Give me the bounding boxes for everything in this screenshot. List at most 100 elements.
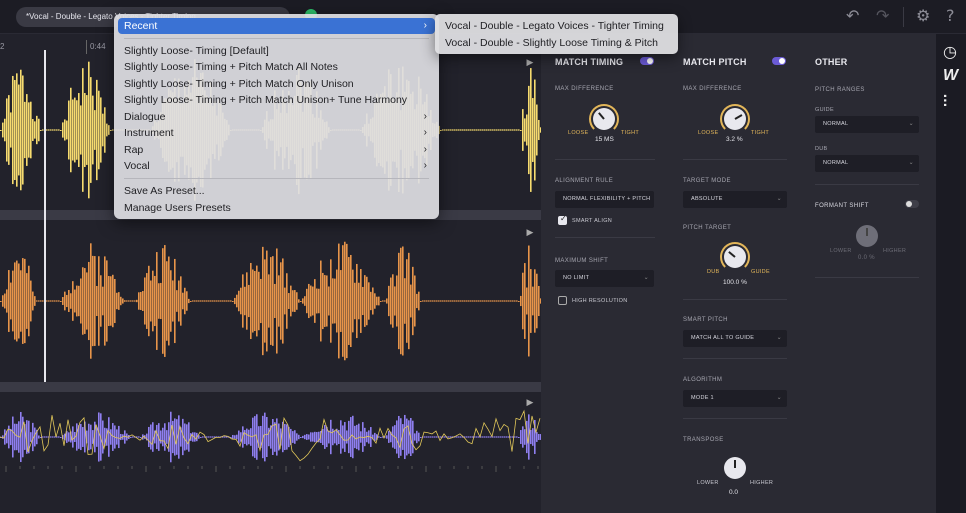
transpose-knob[interactable] bbox=[724, 457, 746, 479]
smart-align-checkbox[interactable] bbox=[558, 214, 567, 225]
menu-item-recent[interactable]: Recent › bbox=[118, 18, 435, 34]
clock-icon[interactable]: ◷ bbox=[943, 42, 957, 61]
divider bbox=[683, 358, 787, 359]
match-timing-toggle[interactable] bbox=[640, 57, 654, 65]
lane-options-icon[interactable]: ▶ bbox=[523, 56, 537, 68]
pitch-max-diff-value: 3.2 % bbox=[726, 136, 743, 143]
redo-icon[interactable]: ↷ bbox=[876, 6, 889, 25]
chevron-down-icon: ⌄ bbox=[908, 160, 914, 166]
chevron-down-icon: ⌄ bbox=[776, 395, 782, 401]
other-title: OTHER bbox=[815, 57, 848, 67]
high-resolution-checkbox[interactable] bbox=[558, 296, 567, 305]
pitch-ranges-label: PITCH RANGES bbox=[815, 87, 865, 93]
chevron-right-icon: › bbox=[423, 160, 427, 171]
menu-item-save-as-preset[interactable]: Save As Preset... bbox=[118, 183, 435, 199]
guide-label: GUIDE bbox=[751, 269, 770, 275]
menu-item-label: Slightly Loose- Timing + Pitch Match All… bbox=[124, 61, 338, 73]
toolbar-divider bbox=[903, 7, 904, 27]
smart-pitch-select[interactable]: MATCH ALL TO GUIDE ⌄ bbox=[683, 330, 787, 347]
menu-item-preset[interactable]: Slightly Loose- Timing + Pitch Match Uni… bbox=[118, 92, 435, 108]
pitch-target-knob[interactable] bbox=[724, 246, 746, 268]
match-pitch-title: MATCH PITCH bbox=[683, 57, 747, 67]
help-icon[interactable]: ? bbox=[946, 6, 955, 25]
lower-label: LOWER bbox=[697, 480, 719, 486]
dub-range-select[interactable]: NORMAL ⌄ bbox=[815, 155, 919, 172]
lane-options-icon[interactable]: ▶ bbox=[523, 226, 537, 238]
match-pitch-toggle[interactable] bbox=[772, 57, 786, 65]
max-shift-select[interactable]: NO LIMIT ⌄ bbox=[555, 270, 654, 287]
playhead[interactable] bbox=[44, 50, 46, 382]
chevron-down-icon: ⌄ bbox=[776, 196, 782, 202]
recent-preset-item[interactable]: Vocal - Double - Slightly Loose Timing &… bbox=[445, 35, 658, 51]
divider bbox=[815, 277, 919, 278]
menu-item-preset[interactable]: Slightly Loose- Timing + Pitch Match Onl… bbox=[118, 76, 435, 92]
pitch-target-label: PITCH TARGET bbox=[683, 225, 732, 231]
target-mode-select[interactable]: ABSOLUTE ⌄ bbox=[683, 191, 787, 208]
loose-label: LOOSE bbox=[568, 130, 589, 136]
sliders-icon[interactable]: ⫶ bbox=[943, 92, 947, 112]
dub-waveform-lane[interactable] bbox=[0, 220, 541, 382]
divider bbox=[683, 299, 787, 300]
divider bbox=[555, 237, 655, 238]
chevron-down-icon: ⌄ bbox=[908, 121, 914, 127]
w-logo-icon[interactable]: W bbox=[943, 67, 958, 85]
alignment-rule-value: NORMAL FLEXIBILITY + PITCH bbox=[563, 196, 651, 202]
menu-item-manage-presets[interactable]: Manage Users Presets bbox=[118, 200, 435, 216]
menu-item-label: Vocal bbox=[124, 160, 150, 172]
menu-item-label: Dialogue bbox=[124, 111, 166, 123]
dub-waveform bbox=[0, 241, 541, 361]
menu-separator bbox=[124, 178, 429, 179]
menu-item-vocal[interactable]: Vocal › bbox=[118, 158, 435, 174]
menu-item-rap[interactable]: Rap › bbox=[118, 142, 435, 158]
timing-max-diff-label: MAX DIFFERENCE bbox=[555, 86, 614, 92]
timing-max-diff-knob[interactable] bbox=[593, 108, 615, 130]
high-resolution-label: HIGH RESOLUTION bbox=[572, 298, 628, 304]
menu-item-instrument[interactable]: Instrument › bbox=[118, 125, 435, 141]
alignment-rule-select[interactable]: NORMAL FLEXIBILITY + PITCH bbox=[555, 191, 654, 208]
chevron-right-icon: › bbox=[423, 144, 427, 155]
formant-shift-label: FORMANT SHIFT bbox=[815, 203, 869, 209]
output-waveform bbox=[0, 411, 541, 463]
menu-separator bbox=[124, 38, 429, 39]
dub-label: DUB bbox=[707, 269, 720, 275]
menu-item-preset[interactable]: Slightly Loose- Timing + Pitch Match All… bbox=[118, 59, 435, 75]
menu-item-dialogue[interactable]: Dialogue › bbox=[118, 109, 435, 125]
recent-preset-item[interactable]: Vocal - Double - Legato Voices - Tighter… bbox=[445, 18, 664, 34]
max-shift-value: NO LIMIT bbox=[563, 275, 590, 281]
divider bbox=[683, 159, 787, 160]
chevron-down-icon: ⌄ bbox=[776, 335, 782, 341]
menu-item-preset[interactable]: Slightly Loose- Timing [Default] bbox=[118, 43, 435, 59]
match-timing-title: MATCH TIMING bbox=[555, 57, 624, 67]
menu-item-label: Instrument bbox=[124, 127, 174, 139]
guide-range-label: GUIDE bbox=[815, 107, 834, 113]
higher-label: HIGHER bbox=[750, 480, 774, 486]
guide-range-select[interactable]: NORMAL ⌄ bbox=[815, 116, 919, 133]
divider bbox=[555, 159, 655, 160]
gear-icon[interactable]: ⚙ bbox=[916, 6, 930, 25]
lane-divider bbox=[0, 382, 541, 392]
chevron-right-icon: › bbox=[423, 20, 427, 31]
undo-icon[interactable]: ↶ bbox=[846, 6, 859, 25]
menu-item-label: Recent bbox=[124, 20, 158, 32]
formant-shift-toggle[interactable] bbox=[905, 200, 919, 208]
loose-label: LOOSE bbox=[698, 130, 719, 136]
menu-item-label: Save As Preset... bbox=[124, 185, 205, 197]
smart-pitch-value: MATCH ALL TO GUIDE bbox=[691, 335, 755, 341]
divider bbox=[815, 184, 919, 185]
formant-knob[interactable] bbox=[856, 225, 878, 247]
algorithm-label: ALGORITHM bbox=[683, 377, 723, 383]
timing-max-diff-value: 15 MS bbox=[595, 136, 614, 143]
pitch-max-diff-knob[interactable] bbox=[724, 108, 746, 130]
dub-range-label: DUB bbox=[815, 146, 828, 152]
right-sidebar: ◷ W ⫶ bbox=[936, 34, 966, 513]
menu-item-label: Slightly Loose- Timing [Default] bbox=[124, 45, 269, 57]
guide-range-value: NORMAL bbox=[823, 121, 849, 127]
algorithm-value: MODE 1 bbox=[691, 395, 714, 401]
max-shift-label: MAXIMUM SHIFT bbox=[555, 258, 609, 264]
formant-value: 0.0 % bbox=[858, 255, 875, 261]
smart-pitch-label: SMART PITCH bbox=[683, 317, 728, 323]
pitch-max-diff-label: MAX DIFFERENCE bbox=[683, 86, 742, 92]
lane-options-icon[interactable]: ▶ bbox=[523, 396, 537, 408]
algorithm-select[interactable]: MODE 1 ⌄ bbox=[683, 390, 787, 407]
menu-item-label: Rap bbox=[124, 144, 144, 156]
